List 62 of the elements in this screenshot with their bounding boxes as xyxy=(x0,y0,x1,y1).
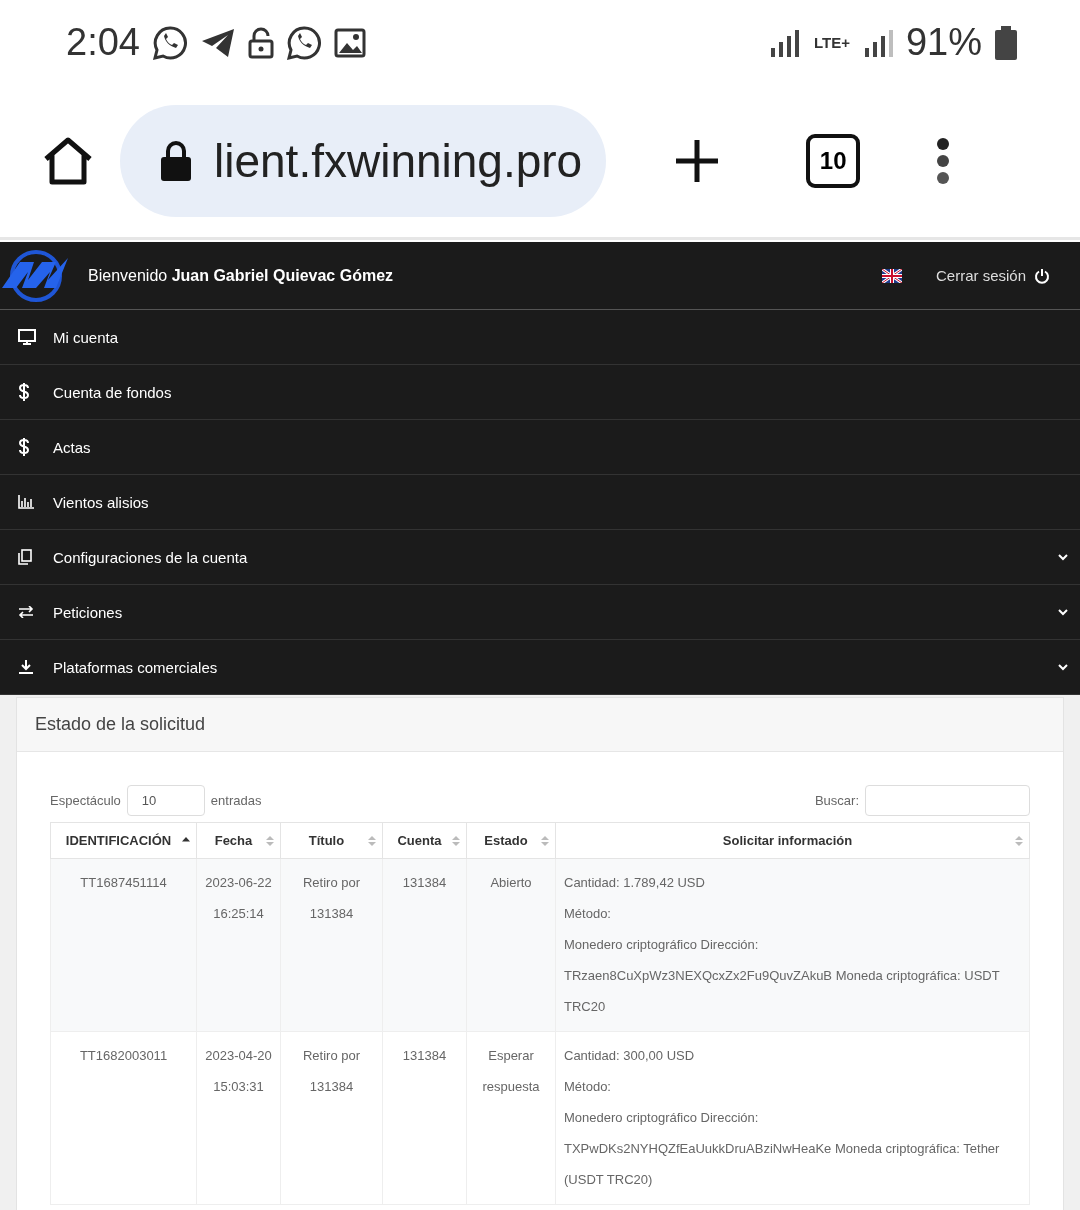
menu-item[interactable]: Configuraciones de la cuenta xyxy=(0,530,1080,585)
padlock-icon xyxy=(160,140,192,182)
table-cell: Retiro por 131384 xyxy=(302,1048,361,1094)
welcome-text: Bienvenido Juan Gabriel Quievac Gómez xyxy=(88,266,394,285)
search-field[interactable] xyxy=(865,785,1030,816)
info-line: Método: xyxy=(564,1078,612,1096)
signal-icon xyxy=(769,27,800,58)
page-size-field[interactable]: 10 xyxy=(126,785,205,816)
logout-link[interactable]: Cerrar sesión xyxy=(935,267,1050,284)
search-label: Buscar: xyxy=(814,793,859,808)
card-title: Estado de la solicitud xyxy=(35,714,206,735)
menu-item[interactable]: Peticiones xyxy=(0,585,1080,640)
clock-time: 2:04 xyxy=(66,21,140,64)
home-icon[interactable] xyxy=(42,137,94,185)
table-cell: Retiro por 131384 xyxy=(302,875,361,921)
exchange-icon xyxy=(18,606,34,618)
column-header[interactable]: Solicitar información xyxy=(555,822,1030,859)
table-cell: 131384 xyxy=(402,1048,447,1063)
info-line: Método: xyxy=(564,905,612,923)
uk-flag-icon[interactable] xyxy=(881,268,902,283)
table-cell: 2023-06-22 16:25:14 xyxy=(205,875,272,921)
monitor-icon xyxy=(18,329,36,345)
info-line: Cantidad: 300,00 USD xyxy=(564,1047,696,1065)
address-bar[interactable]: lient.fxwinning.pro xyxy=(120,105,607,217)
copy-icon xyxy=(18,549,32,565)
table-cell: 131384 xyxy=(402,875,447,890)
dollar-icon xyxy=(18,438,30,456)
chat-bubble-icon xyxy=(285,24,322,61)
image-icon xyxy=(333,27,366,58)
url-text: lient.fxwinning.pro xyxy=(214,134,583,188)
info-line: Monedero criptográfico Dirección: TRzaen8CuXpWz3NEXQcxZx2Fu9QuvZAkuB Moneda criptográfica: USDT TRC20 xyxy=(564,936,1001,1016)
signal-icon xyxy=(863,27,894,58)
dollar-icon xyxy=(18,383,30,401)
table-cell: TT1682003011 xyxy=(79,1048,168,1063)
info-line: Cantidad: 1.789,42 USD xyxy=(564,874,706,892)
table-cell: Esperar respuesta xyxy=(482,1048,540,1094)
table-cell: Abierto xyxy=(490,875,532,890)
battery-icon xyxy=(994,25,1018,60)
more-icon[interactable] xyxy=(936,137,951,185)
column-header[interactable]: IDENTIFICACIÓN xyxy=(50,822,197,859)
menu-item[interactable]: Vientos alisios xyxy=(0,475,1080,530)
menu-item[interactable]: Actas xyxy=(0,420,1080,475)
column-header[interactable]: Estado xyxy=(466,822,556,859)
menu-item[interactable]: Mi cuenta xyxy=(0,310,1080,365)
length-label: Espectáculo xyxy=(50,793,121,808)
tab-count[interactable]: 10 xyxy=(806,134,861,188)
column-header[interactable]: Fecha xyxy=(196,822,281,859)
column-header[interactable]: Cuenta xyxy=(382,822,467,859)
bar-chart-icon xyxy=(18,495,34,509)
chat-bubble-icon xyxy=(151,24,188,61)
table-cell: TT1687451114 xyxy=(80,875,167,890)
table-cell: 2023-04-20 15:03:31 xyxy=(205,1048,272,1094)
download-icon xyxy=(18,659,34,675)
column-header[interactable]: Título xyxy=(280,822,383,859)
entries-label: entradas xyxy=(210,793,262,808)
info-line: Monedero criptográfico Dirección: TXPwDKs2NYHQZfEaUukkDruABziNwHeaKe Moneda criptográfica: Tether (USDT TRC20) xyxy=(564,1109,1001,1189)
power-icon xyxy=(1034,267,1050,284)
network-type: LTE+ xyxy=(813,35,850,50)
battery-level: 91% xyxy=(905,21,982,64)
padlock-icon xyxy=(247,26,274,59)
plus-icon[interactable] xyxy=(674,138,721,184)
menu-item[interactable]: Cuenta de fondos xyxy=(0,365,1080,420)
